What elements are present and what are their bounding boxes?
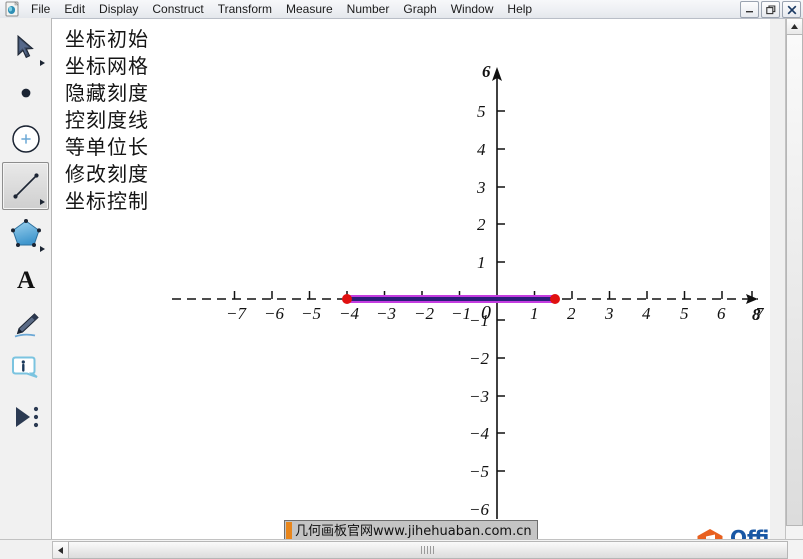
x-tick-label--5: −5 bbox=[301, 304, 321, 323]
coordinate-system[interactable]: −7 −6 −5 −4 −3 −2 −1 1 2 3 4 5 6 7 8 0 5… bbox=[52, 19, 770, 540]
x-tick-label--6: −6 bbox=[264, 304, 284, 323]
y-axis-ticks bbox=[497, 110, 505, 472]
straightedge-tool-flyout-icon[interactable] bbox=[40, 199, 45, 205]
y-tick-label--5: −5 bbox=[469, 462, 489, 481]
website-text-object[interactable]: 几何画板官网www.jihehuaban.com.cn bbox=[284, 520, 538, 540]
sketch-canvas[interactable]: 坐标初始 坐标网格 隐藏刻度 控刻度线 等单位长 修改刻度 坐标控制 −7 −6… bbox=[52, 19, 770, 540]
horizontal-scroll-thumb[interactable] bbox=[68, 541, 788, 559]
arrow-tool-flyout-icon[interactable] bbox=[40, 60, 45, 66]
menu-bar: File Edit Display Construct Transform Me… bbox=[0, 0, 803, 19]
y-tick-label-3: 3 bbox=[477, 178, 486, 197]
menu-item-graph[interactable]: Graph bbox=[396, 1, 443, 18]
website-text-label: 几何画板官网www.jihehuaban.com.cn bbox=[295, 524, 532, 539]
close-button[interactable] bbox=[782, 1, 801, 18]
x-tick-label-4: 4 bbox=[642, 304, 651, 323]
segment-endpoint-right bbox=[550, 294, 560, 304]
menu-item-display[interactable]: Display bbox=[92, 1, 145, 18]
arrow-cursor-icon bbox=[17, 34, 34, 59]
text-selection-handle[interactable] bbox=[286, 522, 292, 540]
pencil-marker-icon bbox=[14, 313, 39, 338]
x-tick-label-6: 6 bbox=[717, 304, 726, 323]
polygon-tool-flyout-icon[interactable] bbox=[40, 246, 45, 252]
x-tick-label--3: −3 bbox=[376, 304, 396, 323]
x-tick-label--1: −1 bbox=[451, 304, 471, 323]
straightedge-tool[interactable] bbox=[2, 162, 49, 210]
play-triangle-dots-icon bbox=[15, 406, 38, 428]
compass-circle-tool[interactable] bbox=[3, 116, 48, 162]
y-tick-label--6-partial: −6 bbox=[469, 500, 489, 519]
segment-endpoint-left bbox=[342, 294, 352, 304]
selection-arrow-tool[interactable] bbox=[3, 24, 48, 70]
y-axis-end-label: 6 bbox=[482, 62, 491, 81]
polygon-tool[interactable] bbox=[3, 210, 48, 256]
y-axis bbox=[492, 67, 505, 519]
scroll-up-button[interactable] bbox=[786, 18, 803, 35]
scroll-thumb-grip bbox=[421, 546, 435, 554]
menu-item-file[interactable]: File bbox=[24, 1, 57, 18]
x-axis-end-label: 8 bbox=[752, 305, 761, 324]
point-dot-icon bbox=[21, 88, 30, 98]
x-tick-label--7: −7 bbox=[226, 304, 246, 323]
line-segment-icon bbox=[12, 173, 39, 199]
restore-button[interactable] bbox=[761, 1, 780, 18]
scroll-left-button[interactable] bbox=[52, 541, 69, 559]
menu-item-edit[interactable]: Edit bbox=[57, 1, 92, 18]
graph-svg bbox=[172, 67, 758, 519]
y-tick-label--2: −2 bbox=[469, 349, 489, 368]
x-tick-label--2: −2 bbox=[414, 304, 434, 323]
menu-item-window[interactable]: Window bbox=[444, 1, 501, 18]
information-tool[interactable] bbox=[3, 348, 48, 394]
text-tool[interactable]: A bbox=[3, 256, 48, 302]
custom-tools[interactable] bbox=[3, 394, 48, 440]
office-logo-brand: Office bbox=[730, 526, 770, 540]
menu-item-number[interactable]: Number bbox=[340, 1, 397, 18]
point-tool[interactable] bbox=[3, 70, 48, 116]
circle-plus-icon bbox=[11, 125, 40, 153]
x-tick-label-2: 2 bbox=[567, 304, 576, 323]
pentagon-icon bbox=[10, 219, 41, 247]
svg-text:A: A bbox=[16, 267, 34, 293]
menu-item-measure[interactable]: Measure bbox=[279, 1, 340, 18]
vertical-scroll-thumb[interactable] bbox=[786, 34, 803, 526]
y-tick-label--3: −3 bbox=[469, 387, 489, 406]
y-tick-label-5: 5 bbox=[477, 102, 486, 121]
x-tick-label-1: 1 bbox=[530, 304, 539, 323]
menu-item-construct[interactable]: Construct bbox=[145, 1, 210, 18]
scrollbar-corner bbox=[0, 539, 52, 559]
sketchpad-window: File Edit Display Construct Transform Me… bbox=[0, 0, 803, 559]
y-tick-label-2: 2 bbox=[477, 215, 486, 234]
y-tick-label-1: 1 bbox=[477, 253, 486, 272]
y-tick-label--1: −1 bbox=[469, 311, 489, 330]
info-bubble-icon bbox=[11, 356, 38, 378]
marker-tool[interactable] bbox=[3, 302, 48, 348]
tool-palette: A bbox=[0, 18, 52, 540]
y-tick-label--4: −4 bbox=[469, 424, 489, 443]
minimize-button[interactable] bbox=[740, 1, 759, 18]
x-tick-label-3: 3 bbox=[605, 304, 614, 323]
x-tick-label-5: 5 bbox=[680, 304, 689, 323]
x-tick-label--4: −4 bbox=[339, 304, 359, 323]
horizontal-scrollbar[interactable] bbox=[52, 539, 803, 559]
menu-item-transform[interactable]: Transform bbox=[211, 1, 279, 18]
vertical-scrollbar[interactable] bbox=[785, 18, 803, 540]
sketchpad-document-icon bbox=[3, 1, 21, 17]
y-tick-label-4: 4 bbox=[477, 140, 486, 159]
menu-item-help[interactable]: Help bbox=[500, 1, 539, 18]
letter-a-icon: A bbox=[16, 267, 34, 293]
window-controls bbox=[740, 1, 801, 18]
